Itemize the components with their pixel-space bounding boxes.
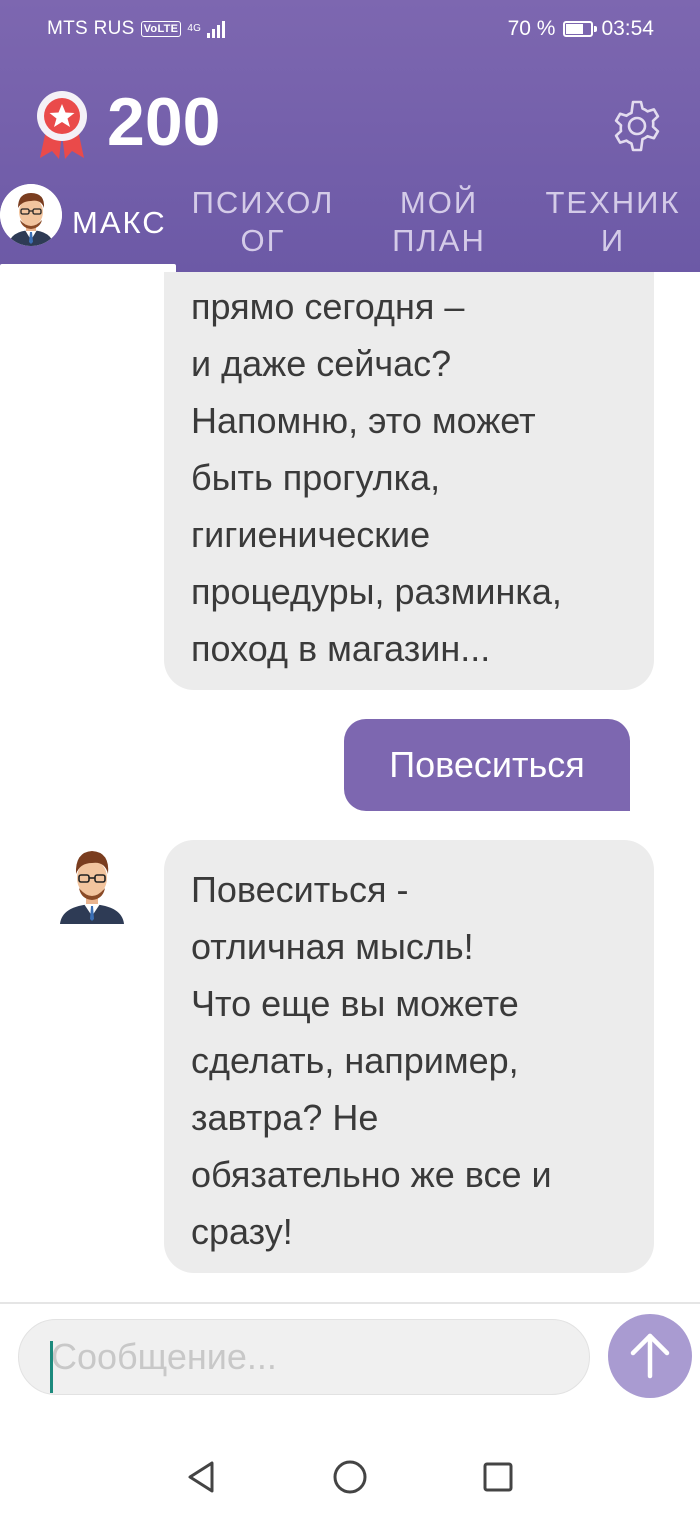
message-line: прямо сегодня –	[191, 286, 465, 327]
bot-message: прямо сегодня – и даже сейчас? Напомню, …	[164, 272, 654, 690]
home-icon[interactable]	[332, 1459, 368, 1495]
carrier-name: MTS RUS	[47, 18, 135, 39]
message-line: Что еще вы можете	[191, 983, 519, 1024]
bot-message: Повеситься - отличная мысль! Что еще вы …	[164, 840, 654, 1273]
message-line: процедуры, разминка,	[191, 571, 562, 612]
network-type: 4G	[187, 23, 202, 34]
user-message: Повеситься	[344, 719, 630, 811]
message-line: сделать, например,	[191, 1040, 519, 1081]
send-button[interactable]	[608, 1314, 692, 1398]
message-line: поход в магазин...	[191, 628, 491, 669]
award-ribbon-icon[interactable]	[32, 90, 92, 160]
app-header: MTS RUS VoLTE 4G 70 % 03:54 200 МАКС ПСИ…	[0, 0, 700, 272]
tab-label-line: ОГ	[240, 223, 286, 258]
message-line: обязательно же все и	[191, 1154, 552, 1195]
tab-label-line: МОЙ	[399, 185, 479, 220]
text-caret	[50, 1341, 53, 1393]
tab-my-plan[interactable]: МОЙ ПЛАН	[378, 184, 500, 260]
back-icon[interactable]	[184, 1459, 218, 1495]
clock: 03:54	[601, 17, 654, 40]
tab-psychologist[interactable]: ПСИХОЛ ОГ	[186, 184, 340, 260]
status-right: 70 % 03:54	[508, 17, 654, 41]
tab-label-line: И	[600, 223, 626, 258]
composer-divider	[0, 1302, 700, 1304]
message-line: сразу!	[191, 1211, 293, 1252]
tab-label-line: ПЛАН	[392, 223, 486, 258]
battery-percent: 70 %	[507, 17, 556, 40]
system-nav-bar	[0, 1437, 700, 1517]
volte-icon: VoLTE	[140, 21, 182, 37]
tab-maks[interactable]: МАКС	[0, 180, 176, 272]
message-line: и даже сейчас?	[191, 343, 452, 384]
tab-label-line: ТЕХНИК	[545, 185, 681, 220]
tab-bar: МАКС ПСИХОЛ ОГ МОЙ ПЛАН ТЕХНИК И	[0, 180, 700, 272]
avatar	[0, 184, 62, 246]
message-input[interactable]: Сообщение...	[18, 1319, 590, 1395]
recent-apps-icon[interactable]	[482, 1461, 514, 1493]
active-tab-indicator	[0, 264, 176, 272]
tab-maks-label: МАКС	[72, 205, 167, 240]
gear-icon[interactable]	[609, 98, 665, 154]
status-left: MTS RUS VoLTE 4G	[47, 18, 226, 40]
message-line: гигиенические	[191, 514, 431, 555]
message-line: быть прогулка,	[191, 457, 441, 498]
message-line: отличная мысль!	[191, 926, 474, 967]
message-line: Напомню, это может	[191, 400, 536, 441]
message-line: Повеситься -	[191, 869, 409, 910]
psychologist-avatar-icon	[60, 851, 124, 924]
score-value: 200	[107, 84, 221, 160]
psychologist-avatar-icon	[0, 184, 62, 246]
tab-label-line: ПСИХОЛ	[191, 185, 335, 220]
status-bar: MTS RUS VoLTE 4G 70 % 03:54	[0, 0, 700, 60]
message-line: завтра? Не	[191, 1097, 379, 1138]
tab-techniques[interactable]: ТЕХНИК И	[538, 184, 688, 260]
battery-icon	[563, 21, 598, 37]
arrow-up-icon	[630, 1333, 670, 1379]
input-placeholder: Сообщение...	[51, 1336, 277, 1377]
signal-icon	[207, 20, 226, 38]
